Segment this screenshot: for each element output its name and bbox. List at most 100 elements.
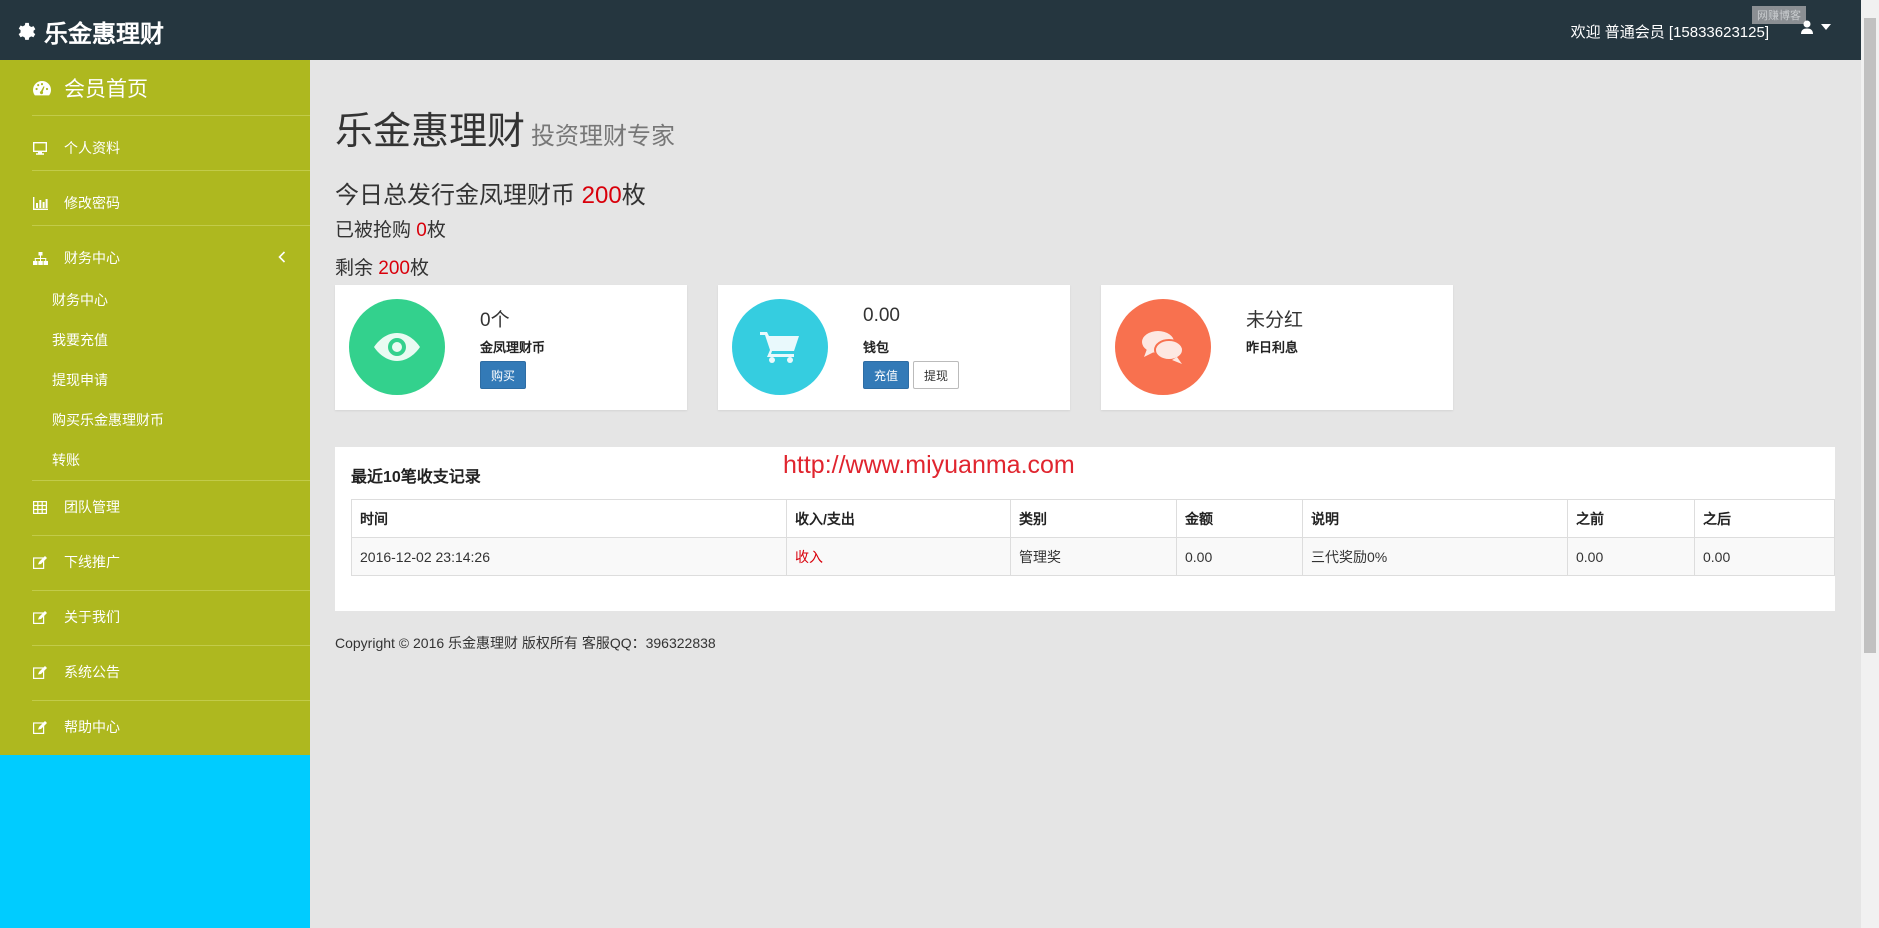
cell-after: 0.00: [1694, 537, 1835, 576]
column-header: 之前: [1567, 499, 1695, 538]
table-header-row: 时间 收入/支出 类别 金额 说明 之前 之后: [351, 499, 1835, 538]
user-icon: [1801, 20, 1813, 34]
dashboard-icon: [32, 78, 52, 98]
edit-icon: [32, 609, 48, 625]
cell-time: 2016-12-02 23:14:26: [351, 537, 787, 576]
table-row: 2016-12-02 23:14:26 收入 管理奖 0.00 三代奖励0% 0…: [351, 537, 1835, 576]
stat-unit: 枚: [621, 182, 646, 209]
sidebar-item-password[interactable]: 修改密码: [0, 187, 310, 219]
cell-category: 管理奖: [1010, 537, 1177, 576]
sidebar-item-label: 关于我们: [64, 609, 120, 625]
desktop-icon: [32, 140, 48, 156]
top-navbar: 乐金惠理财 网赚博客 欢迎 普通会员 [15833623125]: [0, 0, 1861, 60]
submenu-item-finance-center[interactable]: 财务中心: [52, 290, 108, 310]
column-header: 之后: [1694, 499, 1835, 538]
watermark-url: http://www.miyuanma.com: [783, 451, 1075, 479]
card-interest: 未分红 昨日利息: [1101, 285, 1453, 410]
dividend-status: 未分红: [1246, 310, 1304, 331]
eye-icon: [349, 299, 445, 395]
stat-label: 今日总发行金凤理财币: [335, 182, 582, 209]
records-title: 最近10笔收支记录: [351, 469, 481, 486]
stat-remaining: 剩余 200枚: [335, 253, 429, 280]
gear-icon: [18, 22, 36, 40]
column-header: 说明: [1302, 499, 1568, 538]
column-header: 类别: [1010, 499, 1177, 538]
cell-before: 0.00: [1567, 537, 1695, 576]
card-coin: 0个 金凤理财币 购买: [335, 285, 687, 410]
cell-amount: 0.00: [1176, 537, 1303, 576]
divider: [32, 590, 310, 591]
interest-label: 昨日利息: [1246, 340, 1299, 355]
sidebar-item-promotion[interactable]: 下线推广: [0, 546, 310, 578]
stat-value: 200: [581, 182, 622, 209]
sidebar-item-label: 帮助中心: [64, 719, 120, 735]
divider: [32, 535, 310, 536]
column-header: 时间: [351, 499, 787, 538]
wallet-label: 钱包: [863, 340, 890, 355]
submenu-item-buy-coin[interactable]: 购买乐金惠理财币: [52, 410, 164, 430]
cell-type: 收入: [786, 537, 1011, 576]
sidebar-item-label: 下线推广: [64, 554, 120, 570]
sidebar-item-label: 团队管理: [64, 499, 120, 515]
sidebar-item-finance[interactable]: 财务中心: [0, 242, 310, 274]
divider: [32, 170, 310, 171]
stat-unit: 枚: [426, 220, 446, 241]
vertical-scrollbar[interactable]: [1861, 0, 1879, 928]
sidebar-item-label: 财务中心: [64, 250, 120, 266]
edit-icon: [32, 554, 48, 570]
records-panel: 最近10笔收支记录 http://www.miyuanma.com 时间 收入/…: [335, 447, 1835, 611]
footer-copyright: Copyright © 2016 乐金惠理财 版权所有 客服QQ：3963228…: [335, 635, 716, 651]
stat-label: 剩余: [335, 258, 379, 279]
sidebar-item-team[interactable]: 团队管理: [0, 491, 310, 523]
sidebar-item-label: 修改密码: [64, 195, 120, 211]
buy-button[interactable]: 购买: [480, 361, 526, 389]
sidebar-item-about[interactable]: 关于我们: [0, 601, 310, 633]
bar-chart-icon: [32, 195, 48, 211]
submenu-item-withdraw[interactable]: 提现申请: [52, 370, 108, 390]
cart-icon: [732, 299, 828, 395]
divider: [32, 645, 310, 646]
welcome-text: 欢迎 普通会员 [15833623125]: [1570, 24, 1769, 41]
edit-icon: [32, 719, 48, 735]
sidebar-item-label: 会员首页: [64, 78, 148, 101]
recharge-button[interactable]: 充值: [863, 361, 909, 389]
column-header: 金额: [1176, 499, 1303, 538]
card-wallet: 0.00 钱包 充值 提现: [718, 285, 1070, 410]
stat-value: 0: [416, 220, 427, 241]
stat-label: 已被抢购: [335, 220, 417, 241]
sitemap-icon: [32, 250, 48, 266]
page-title: 乐金惠理财 投资理财专家: [335, 100, 675, 155]
submenu-item-recharge[interactable]: 我要充值: [52, 330, 108, 350]
sidebar: 会员首页 个人资料 修改密码 财务中心 财务中心 我要充值 提现申请 购买乐金惠…: [0, 60, 310, 755]
coin-label: 金凤理财币: [480, 340, 546, 355]
sidebar-item-label: 个人资料: [64, 140, 120, 156]
brand[interactable]: 乐金惠理财: [14, 14, 164, 49]
edit-icon: [32, 664, 48, 680]
stat-sold: 已被抢购 0枚: [335, 215, 446, 242]
stat-value: 200: [378, 258, 410, 279]
chevron-left-icon: [278, 250, 286, 268]
column-header: 收入/支出: [786, 499, 1011, 538]
coin-count: 0个: [480, 310, 510, 331]
user-menu[interactable]: [1801, 20, 1831, 34]
caret-down-icon: [1821, 24, 1831, 30]
withdraw-button[interactable]: 提现: [913, 361, 959, 389]
cell-description: 三代奖励0%: [1302, 537, 1568, 576]
sidebar-item-home[interactable]: 会员首页: [0, 72, 310, 104]
sidebar-filler: [0, 755, 310, 928]
divider: [32, 480, 310, 481]
scrollbar-thumb[interactable]: [1864, 18, 1876, 653]
divider: [32, 700, 310, 701]
sidebar-item-announcement[interactable]: 系统公告: [0, 656, 310, 688]
submenu-item-transfer[interactable]: 转账: [52, 450, 80, 470]
sidebar-item-label: 系统公告: [64, 664, 120, 680]
wallet-balance: 0.00: [863, 305, 900, 326]
sidebar-item-help[interactable]: 帮助中心: [0, 711, 310, 743]
page-title-text: 乐金惠理财: [335, 111, 526, 153]
stat-total-issued: 今日总发行金凤理财币 200枚: [335, 175, 646, 210]
sidebar-item-profile[interactable]: 个人资料: [0, 132, 310, 164]
records-table: 时间 收入/支出 类别 金额 说明 之前 之后 2016-12-02 23:14…: [351, 499, 1835, 576]
divider: [32, 225, 310, 226]
table-icon: [32, 499, 48, 515]
divider: [32, 115, 310, 116]
